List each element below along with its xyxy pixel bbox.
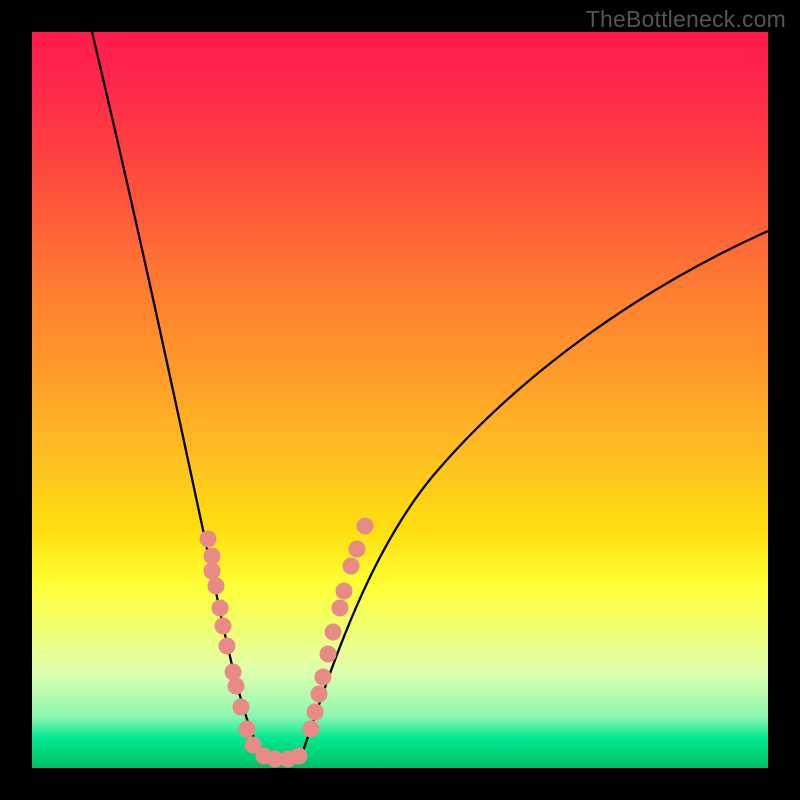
dot — [233, 699, 249, 715]
chart-frame: TheBottleneck.com — [0, 0, 800, 800]
dot — [349, 541, 365, 557]
chart-svg — [32, 32, 768, 768]
dot — [303, 721, 319, 737]
dots-right — [303, 518, 373, 737]
dot — [325, 624, 341, 640]
curve-left — [92, 32, 262, 754]
dot — [204, 548, 220, 564]
dot — [320, 646, 336, 662]
dot — [332, 600, 348, 616]
dot — [291, 748, 307, 764]
dot — [212, 600, 228, 616]
dot — [357, 518, 373, 534]
dot — [225, 664, 241, 680]
dot — [307, 704, 323, 720]
plot-area — [32, 32, 768, 768]
dot — [239, 721, 255, 737]
dot — [208, 578, 224, 594]
watermark-text: TheBottleneck.com — [586, 6, 786, 33]
dot — [343, 558, 359, 574]
dot — [315, 669, 331, 685]
dot — [228, 678, 244, 694]
dot — [219, 638, 235, 654]
dots-floor — [256, 748, 307, 767]
dot — [311, 686, 327, 702]
dot — [215, 618, 231, 634]
dot — [204, 563, 220, 579]
curve-right — [302, 231, 768, 754]
dot — [200, 531, 216, 547]
dot — [336, 583, 352, 599]
dots-left — [200, 531, 261, 753]
